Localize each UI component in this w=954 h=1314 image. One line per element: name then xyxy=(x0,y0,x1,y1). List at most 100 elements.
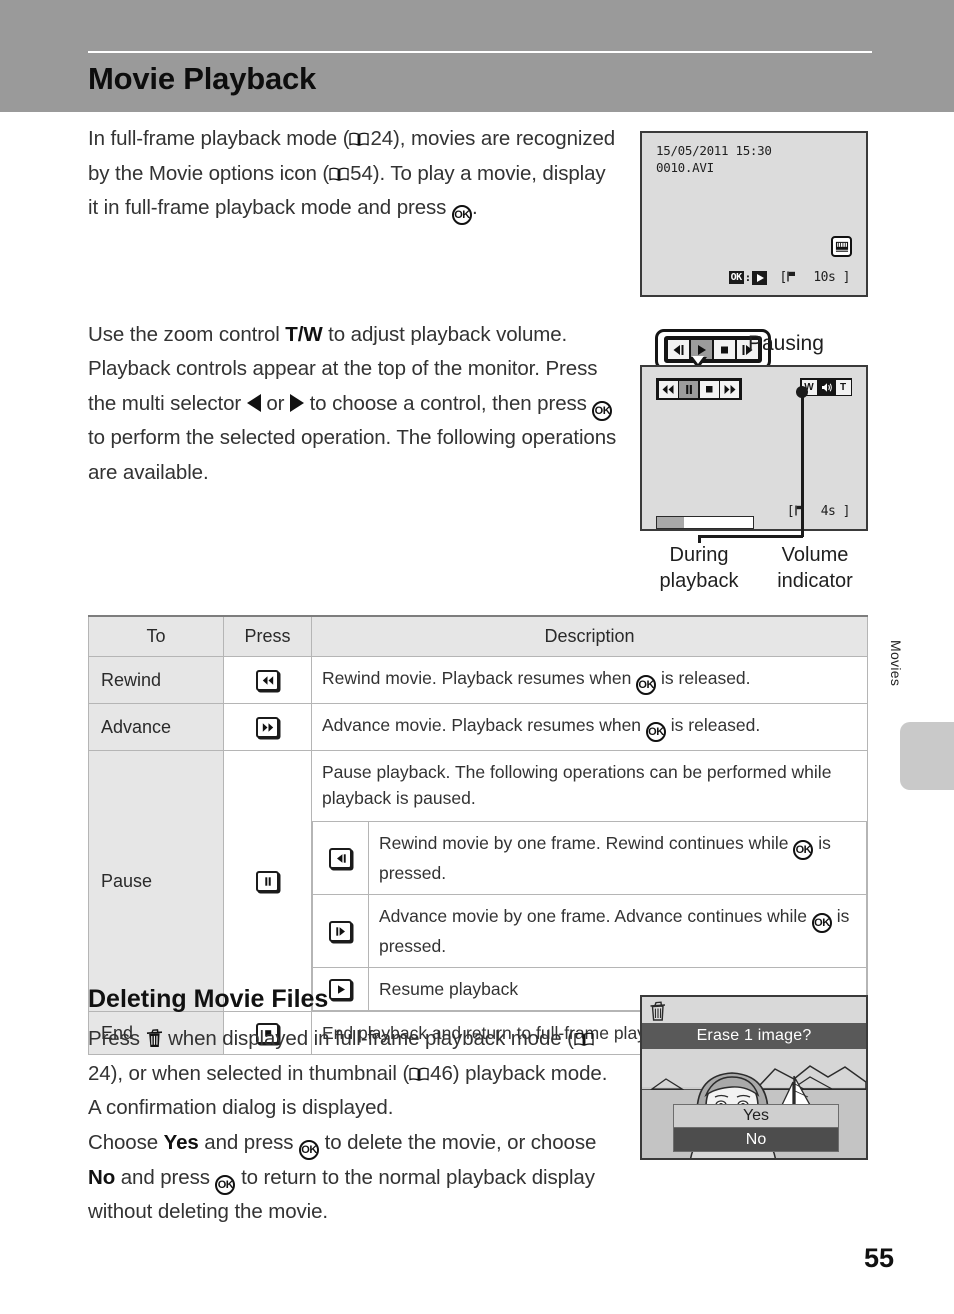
stop-icon[interactable] xyxy=(699,380,719,398)
frame-marker-icon: [ xyxy=(781,270,799,285)
controls-paragraph: Playback controls appear at the top of t… xyxy=(88,352,618,490)
controls-text-d: to perform the selected operation. The f… xyxy=(88,426,617,484)
ok-button-icon: OK xyxy=(451,205,472,225)
controls-text-c: to choose a control, then press xyxy=(303,391,593,415)
row-label-pause: Pause xyxy=(88,750,224,1012)
row-press-pause xyxy=(223,750,312,1012)
column-header-description: Description xyxy=(311,615,868,657)
table-row-pause: Pause Pause playback. The following oper… xyxy=(88,750,868,1012)
monitor-time-remaining: 10s ] xyxy=(813,270,850,285)
caption-during-playback: During playback xyxy=(640,542,758,594)
no-keyword: No xyxy=(88,1165,116,1189)
time-value: 10s xyxy=(813,270,836,285)
page-title: Movie Playback xyxy=(88,61,317,96)
table-head: To Press Description xyxy=(88,615,868,657)
book-ref-icon xyxy=(329,167,349,182)
pause-keycap-icon xyxy=(256,870,279,892)
rewind-keycap-icon xyxy=(256,669,279,691)
ok-button-icon: OK xyxy=(636,675,657,695)
delete-text-c: ), or when selected in thumbnail ( xyxy=(110,1061,410,1085)
ok-button-icon: OK xyxy=(299,1140,320,1160)
monitor2-time-remaining: 4s ] xyxy=(821,504,851,519)
zoom-control-label: T/W xyxy=(285,323,323,346)
table-row: Rewind Rewind movie. Playback resumes wh… xyxy=(88,656,868,704)
row-press-rewind xyxy=(223,656,312,704)
ok-button-icon: OK xyxy=(811,913,832,933)
resume-keycap-icon xyxy=(329,979,352,1000)
row-label-rewind: Rewind xyxy=(88,656,224,704)
caption-line-1: Volume xyxy=(781,544,849,566)
delete-paragraph-1: Press when displayed in full-frame playb… xyxy=(88,1022,608,1126)
sub-desc-frame-rewind: Rewind movie by one frame. Rewind contin… xyxy=(368,821,867,895)
playback-control-strip-during xyxy=(656,378,742,400)
monitor-filename: 0010.AVI xyxy=(656,160,714,175)
erase-dialog-choices: Yes No xyxy=(673,1104,839,1152)
desc-text-b: is released. xyxy=(665,715,761,735)
erase-dialog-topbar xyxy=(642,997,866,1023)
caption-line-1: During xyxy=(669,544,729,566)
play-icon xyxy=(752,270,768,285)
sub-desc-a: Advance movie by one frame. Advance cont… xyxy=(379,906,812,926)
margin-section-label: Movies xyxy=(888,640,904,687)
delete-text-a: Press xyxy=(88,1027,146,1050)
delete-ref-1: 24 xyxy=(88,1061,111,1085)
desc-text-b: is released. xyxy=(656,668,751,688)
intro-ref-1: 24 xyxy=(370,127,394,150)
pausing-label: Pausing xyxy=(748,332,824,355)
erase-choice-yes[interactable]: Yes xyxy=(673,1104,839,1128)
delete-text-b: when displayed in full-frame playback mo… xyxy=(162,1027,574,1050)
delete-paragraph-2: Choose Yes and press OK to delete the mo… xyxy=(88,1126,608,1230)
row-press-advance xyxy=(223,703,312,751)
ok-button-icon: OK xyxy=(592,400,613,421)
ok-button-icon: OK xyxy=(215,1174,236,1195)
row-desc-advance: Advance movie. Playback resumes when OK … xyxy=(311,703,868,751)
pause-sub-body: Rewind movie by one frame. Rewind contin… xyxy=(312,821,867,1011)
frame-rewind-keycap-icon xyxy=(329,848,352,869)
volume-paragraph: Use the zoom control T/W to adjust playb… xyxy=(88,318,628,353)
monitor-status-bar: OK: [ 10s ] xyxy=(642,270,866,285)
advance-icon[interactable] xyxy=(720,380,739,398)
trash-icon xyxy=(649,1001,667,1021)
column-header-press: Press xyxy=(223,615,312,657)
multi-selector-right-icon xyxy=(289,393,304,412)
sub-icon-frame-advance xyxy=(312,894,369,968)
intro-text-a: In full-frame playback mode ( xyxy=(88,127,350,150)
volume-text-a: Use the zoom control xyxy=(88,323,286,346)
stop-icon[interactable] xyxy=(714,340,735,359)
pause-icon[interactable] xyxy=(679,380,698,398)
ok-button-icon: OK xyxy=(645,722,666,742)
column-header-to: To xyxy=(88,615,224,657)
yes-keyword: Yes xyxy=(163,1131,199,1154)
ok-button-icon: OK xyxy=(793,840,814,860)
book-ref-icon xyxy=(409,1067,429,1082)
desc-text-a: Rewind movie. Playback resumes when xyxy=(322,668,637,688)
advance-keycap-icon xyxy=(256,716,279,738)
frame-rewind-icon[interactable] xyxy=(668,340,689,359)
choose-text-a: Choose xyxy=(88,1131,164,1154)
section-heading-deleting-movie-files: Deleting Movie Files xyxy=(88,985,329,1013)
camera-monitor-fullframe: 15/05/2011 15:30 0010.AVI OK: [ 10s ] xyxy=(640,131,868,297)
callout-tail-inner xyxy=(692,356,704,364)
sub-desc-frame-advance: Advance movie by one frame. Advance cont… xyxy=(368,894,867,968)
camera-monitor-playback: W T [ 4s ] xyxy=(640,365,868,531)
movie-options-icon xyxy=(831,236,852,257)
sub-desc-a: Rewind movie by one frame. Rewind contin… xyxy=(379,833,794,853)
volume-text-b: to adjust playback volume. xyxy=(322,323,568,346)
delete-ref-2: 46 xyxy=(430,1061,453,1085)
desc-text-a: Advance movie. Playback resumes when xyxy=(322,715,646,735)
intro-ref-2: 54 xyxy=(350,161,373,185)
volume-leader-line xyxy=(801,391,804,537)
rewind-icon[interactable] xyxy=(658,380,678,398)
book-ref-icon xyxy=(349,132,370,147)
monitor-date: 15/05/2011 15:30 xyxy=(656,143,772,158)
book-ref-icon xyxy=(574,1032,594,1047)
caption-volume-indicator: Volume indicator xyxy=(756,542,874,594)
caption-line-2: playback xyxy=(659,570,739,592)
pause-suboperations-table: Rewind movie by one frame. Rewind contin… xyxy=(312,821,867,1011)
erase-choice-no[interactable]: No xyxy=(673,1128,839,1152)
erase-dialog-title: Erase 1 image? xyxy=(642,1023,866,1049)
trash-icon xyxy=(146,1029,163,1048)
controls-text-b: or xyxy=(260,391,290,415)
page-header-band: Movie Playback xyxy=(0,0,954,112)
speaker-icon xyxy=(818,379,834,395)
